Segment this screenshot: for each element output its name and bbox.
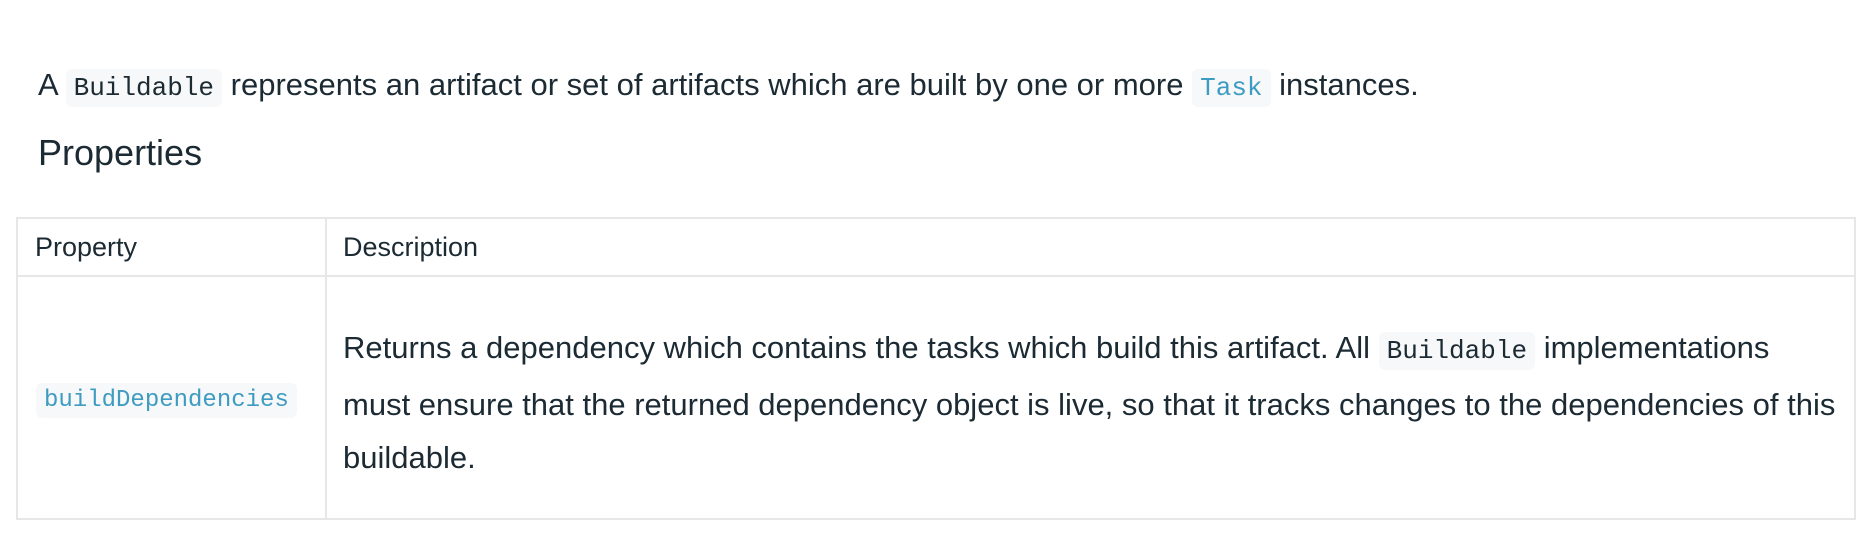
properties-heading: Properties — [38, 132, 203, 173]
property-column-header: Property — [35, 232, 138, 262]
column-divider — [325, 219, 327, 518]
intro-suffix: instances. — [1279, 67, 1419, 102]
description-before: Returns a dependency which contains the … — [343, 330, 1370, 365]
intro-paragraph: A Buildable represents an artifact or se… — [38, 61, 1419, 112]
task-link[interactable]: Task — [1192, 69, 1271, 107]
build-dependencies-link[interactable]: buildDependencies — [36, 383, 297, 418]
properties-table: Property Description buildDependencies R… — [16, 217, 1856, 520]
intro-middle: represents an artifact or set of artifac… — [230, 67, 1184, 102]
table-header-row: Property Description — [18, 219, 1854, 277]
buildable-code: Buildable — [65, 69, 223, 107]
description-buildable-code: Buildable — [1378, 332, 1536, 370]
intro-prefix: A — [38, 67, 57, 102]
description-column-header: Description — [343, 232, 479, 262]
property-description: Returns a dependency which contains the … — [343, 321, 1838, 484]
